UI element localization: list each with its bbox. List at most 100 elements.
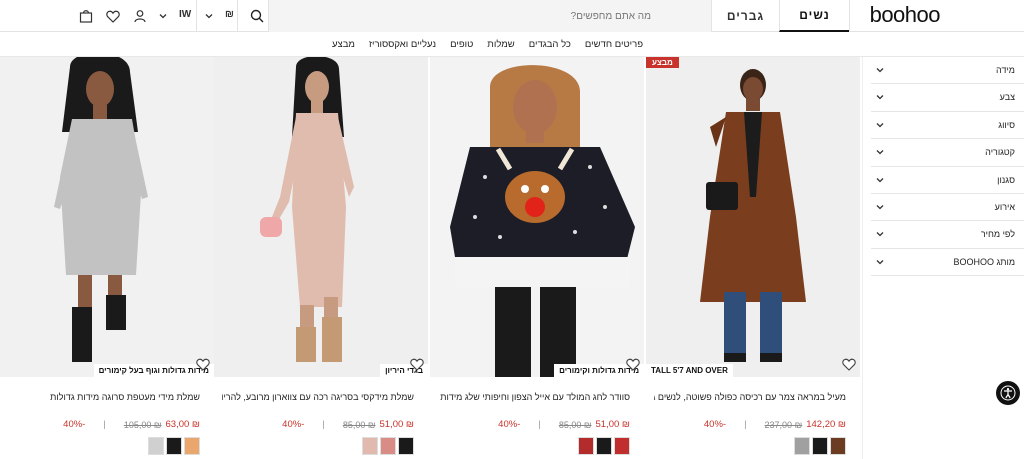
product-card[interactable]: מידות גדולות וקימורים סוודר לחג המולד עם… — [430, 57, 644, 459]
filter-label: מותג BOOHOO — [953, 256, 1015, 267]
chevron-down-icon[interactable] — [154, 7, 172, 25]
color-swatch[interactable] — [148, 437, 164, 455]
filter-color[interactable]: צבע — [871, 84, 1024, 112]
category-nav: פריטים חדשים כל הבגדים שמלות טופים נעליי… — [0, 33, 1024, 57]
price-discount: -40% — [63, 419, 86, 430]
filter-label: צבע — [999, 92, 1015, 103]
color-swatches — [794, 437, 846, 455]
color-swatch[interactable] — [380, 437, 396, 455]
filter-style[interactable]: סגנון — [871, 167, 1024, 194]
price-now: ₪ 142,20 — [806, 419, 846, 430]
heart-icon[interactable] — [410, 358, 424, 372]
product-card[interactable]: מידות גדולות וגוף בעל קימורים שמלת מידי … — [0, 57, 214, 459]
filter-price[interactable]: לפי מחיר — [871, 221, 1024, 249]
chevron-down-icon — [876, 68, 884, 73]
product-image[interactable]: בגדי היריון — [214, 57, 428, 377]
price-separator: | — [103, 419, 106, 430]
product-title[interactable]: שמלת מידי מעטפת סרוגה מידות גדולות — [8, 392, 200, 402]
price-was: ₪ 85,00 — [558, 419, 592, 430]
price-row: ₪ 51,00 ₪ 85,00 | -40% — [282, 419, 414, 430]
boohoo-logo[interactable]: boohoo — [870, 2, 941, 28]
header-separator — [196, 0, 197, 32]
bag-icon[interactable] — [77, 7, 95, 25]
language-selector[interactable]: IW — [179, 9, 191, 20]
filter-label: אירוע — [994, 201, 1015, 212]
price-row: ₪ 51,00 ₪ 85,00 | -40% — [498, 419, 630, 430]
price-now: ₪ 63,00 — [165, 419, 201, 430]
tab-women[interactable]: נשים — [779, 0, 849, 32]
nav-sale[interactable]: מבצע — [332, 39, 355, 50]
chevron-down-icon — [876, 259, 884, 265]
price-discount: -40% — [282, 419, 305, 430]
nav-new-in[interactable]: פריטים חדשים — [585, 39, 643, 50]
product-card[interactable]: בגדי היריון שמלת מידקסי בסריגה רכה עם צו… — [214, 57, 428, 459]
chevron-down-icon — [876, 150, 884, 155]
filter-label: מידה — [996, 65, 1015, 75]
chevron-down-icon — [876, 204, 884, 210]
filter-brand[interactable]: מותג BOOHOO — [871, 249, 1024, 277]
color-swatch[interactable] — [596, 437, 612, 455]
filter-label: סגנון — [997, 174, 1015, 185]
heart-icon[interactable] — [104, 7, 122, 25]
price-row: ₪ 142,20 ₪ 237,00 | -40% — [704, 419, 846, 430]
price-discount: -40% — [703, 419, 727, 430]
color-swatch[interactable] — [794, 437, 810, 455]
filter-classification[interactable]: סיווג — [871, 112, 1024, 140]
filter-occasion[interactable]: אירוע — [871, 194, 1024, 222]
accessibility-icon[interactable] — [996, 381, 1020, 405]
header-divider — [849, 0, 850, 32]
search-icon[interactable] — [248, 7, 266, 25]
chevron-down-icon — [876, 177, 884, 182]
chevron-down-icon[interactable] — [200, 7, 218, 25]
price-now: ₪ 51,00 — [379, 419, 415, 430]
heart-icon[interactable] — [842, 358, 856, 372]
product-image[interactable]: מידות גדולות וגוף בעל קימורים — [0, 57, 214, 377]
color-swatch[interactable] — [812, 437, 828, 455]
price-separator: | — [538, 419, 541, 430]
heart-icon[interactable] — [626, 358, 640, 372]
sale-badge: מבצע — [646, 57, 679, 68]
color-swatch[interactable] — [166, 437, 182, 455]
nav-all-clothing[interactable]: כל הבגדים — [529, 39, 571, 50]
color-swatch[interactable] — [184, 437, 200, 455]
heart-icon[interactable] — [196, 358, 210, 372]
product-title[interactable]: סוודר לחג המולד עם אייל הצפון וחיפותי של… — [438, 392, 630, 402]
product-image[interactable]: מידות גדולות וקימורים — [430, 57, 644, 377]
filter-label: סיווג — [998, 119, 1015, 130]
price-separator: | — [322, 419, 325, 430]
tab-men[interactable]: גברים — [711, 0, 779, 32]
filter-category[interactable]: קטגוריה — [871, 139, 1024, 167]
filter-label: לפי מחיר — [980, 229, 1015, 240]
product-tag: TALL 5'7 AND OVER — [646, 364, 733, 377]
chevron-down-icon — [876, 122, 884, 128]
price-row: ₪ 63,00 ₪ 105,00 | -40% — [63, 419, 200, 430]
currency-selector[interactable]: ₪ — [225, 9, 234, 20]
color-swatch[interactable] — [614, 437, 630, 455]
price-discount: -40% — [498, 419, 521, 430]
product-title[interactable]: שמלת מידקסי בסריגה רכה עם צווארון מרובע,… — [222, 392, 414, 402]
filter-label: קטגוריה — [985, 147, 1015, 158]
color-swatch[interactable] — [830, 437, 846, 455]
color-swatches — [362, 437, 414, 455]
chevron-down-icon — [876, 95, 884, 100]
price-was: ₪ 237,00 — [764, 419, 803, 430]
price-separator: | — [744, 419, 747, 430]
color-swatch[interactable] — [398, 437, 414, 455]
price-now: ₪ 51,00 — [595, 419, 631, 430]
product-image[interactable]: מבצע TALL 5'7 AND OVER — [646, 57, 860, 377]
filter-size[interactable]: מידה — [871, 57, 1024, 85]
user-icon[interactable] — [131, 7, 149, 25]
product-title[interactable]: מעיל במראה צמר עם רכיסה כפולה פשוטה, לנש… — [654, 392, 846, 402]
chevron-down-icon — [876, 232, 884, 237]
color-swatch[interactable] — [578, 437, 594, 455]
search-bar — [268, 0, 711, 32]
price-was: ₪ 105,00 — [123, 419, 162, 430]
color-swatches — [578, 437, 630, 455]
search-input[interactable] — [269, 0, 711, 32]
nav-shoes-accessories[interactable]: נעליים ואקססוריז — [369, 39, 436, 50]
color-swatch[interactable] — [362, 437, 378, 455]
nav-tops[interactable]: טופים — [450, 39, 473, 50]
nav-dresses[interactable]: שמלות — [487, 39, 514, 50]
price-was: ₪ 85,00 — [342, 419, 376, 430]
product-card[interactable]: מבצע TALL 5'7 AND OVER מעיל במראה צמר עם… — [646, 57, 860, 459]
